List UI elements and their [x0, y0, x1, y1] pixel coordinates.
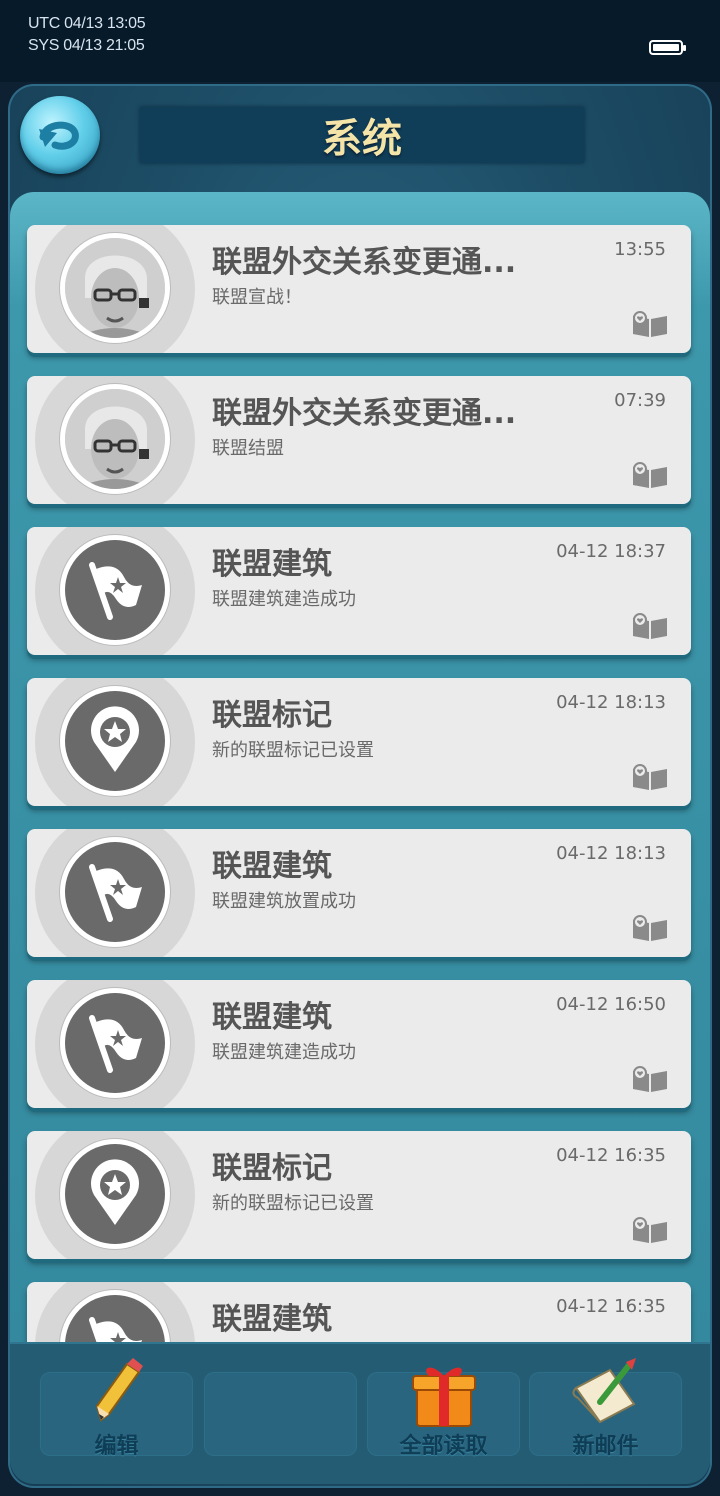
mail-item[interactable]: 联盟标记 新的联盟标记已设置 04-12 18:13 — [27, 678, 691, 806]
avatar — [60, 233, 170, 343]
avatar — [60, 837, 170, 947]
sys-time: SYS 04/13 21:05 — [28, 37, 145, 54]
mail-title: 联盟建筑 — [212, 1302, 332, 1337]
page-title: 系统 — [322, 116, 402, 162]
mail-time: 04-12 18:13 — [556, 843, 666, 864]
back-arrow-icon — [39, 121, 79, 150]
utc-time: UTC 04/13 13:05 — [28, 15, 146, 32]
empty-slot-button[interactable] — [204, 1372, 357, 1456]
mail-subtitle: 新的联盟标记已设置 — [212, 1193, 374, 1214]
map-pin-star-icon — [91, 706, 139, 772]
back-button[interactable] — [20, 96, 100, 174]
mail-subtitle: 联盟宣战！ — [212, 287, 302, 308]
mail-time: 07:39 — [614, 390, 666, 411]
read-book-icon — [633, 764, 667, 790]
mail-subtitle: 新的联盟标记已设置 — [212, 740, 374, 761]
mail-subtitle: 联盟建筑建造成功 — [212, 1042, 356, 1063]
mail-subtitle: 联盟结盟 — [212, 438, 284, 459]
mail-item[interactable]: 联盟建筑 04-12 16:35 — [27, 1282, 691, 1342]
mail-time: 13:55 — [614, 239, 666, 260]
flag-star-icon — [89, 1317, 142, 1342]
edit-button[interactable]: 编辑 — [40, 1358, 193, 1459]
mail-item[interactable]: 联盟外交关系变更通... 联盟结盟 07:39 — [27, 376, 691, 504]
avatar — [60, 988, 170, 1098]
gift-box-icon — [411, 1367, 476, 1427]
mail-item[interactable]: 联盟外交关系变更通... 联盟宣战！ 13:55 — [27, 225, 691, 353]
map-pin-star-icon — [91, 1159, 139, 1225]
mail-list[interactable]: 联盟外交关系变更通... 联盟宣战！ 13:55 联盟外交关系变更通... 联盟… — [10, 192, 710, 1342]
edit-label: 编辑 — [94, 1434, 139, 1459]
advisor-portrait-icon — [65, 238, 165, 338]
read-all-label: 全部读取 — [399, 1434, 488, 1459]
mail-item[interactable]: 联盟建筑 联盟建筑建造成功 04-12 18:37 — [27, 527, 691, 655]
mail-title: 联盟建筑 — [212, 547, 332, 582]
mail-title: 联盟标记 — [212, 698, 332, 733]
advisor-portrait-icon — [65, 389, 165, 489]
flag-star-icon — [89, 864, 142, 922]
mail-subtitle: 联盟建筑放置成功 — [212, 891, 356, 912]
avatar — [60, 1139, 170, 1249]
mail-subtitle: 联盟建筑建造成功 — [212, 589, 356, 610]
mail-time: 04-12 18:37 — [556, 541, 666, 562]
mail-time: 04-12 16:50 — [556, 994, 666, 1015]
mail-time: 04-12 18:13 — [556, 692, 666, 713]
mail-time: 04-12 16:35 — [556, 1296, 666, 1317]
read-book-icon — [633, 613, 667, 639]
mail-title: 联盟外交关系变更通... — [212, 396, 517, 431]
mail-title: 联盟建筑 — [212, 849, 332, 884]
title-banner: 系统 — [140, 107, 584, 163]
mail-title: 联盟外交关系变更通... — [212, 245, 517, 280]
read-book-icon — [633, 311, 667, 337]
mail-title: 联盟标记 — [212, 1151, 332, 1186]
status-bar: UTC 04/13 13:05 SYS 04/13 21:05 — [0, 0, 720, 82]
read-book-icon — [633, 1217, 667, 1243]
avatar — [60, 686, 170, 796]
mail-item[interactable]: 联盟建筑 联盟建筑放置成功 04-12 18:13 — [27, 829, 691, 957]
new-mail-button[interactable]: 新邮件 — [529, 1358, 682, 1459]
read-book-icon — [633, 1066, 667, 1092]
pencil-icon — [95, 1358, 143, 1422]
mail-title: 联盟建筑 — [212, 1000, 332, 1035]
avatar — [60, 384, 170, 494]
battery-full-icon — [649, 40, 686, 55]
read-book-icon — [633, 915, 667, 941]
mail-time: 04-12 16:35 — [556, 1145, 666, 1166]
flag-star-icon — [89, 562, 142, 620]
mail-item[interactable]: 联盟标记 新的联盟标记已设置 04-12 16:35 — [27, 1131, 691, 1259]
mail-item[interactable]: 联盟建筑 联盟建筑建造成功 04-12 16:50 — [27, 980, 691, 1108]
read-book-icon — [633, 462, 667, 488]
flag-star-icon — [89, 1015, 142, 1073]
new-mail-label: 新邮件 — [572, 1434, 639, 1459]
read-all-button[interactable]: 全部读取 — [367, 1367, 520, 1459]
scroll-quill-icon — [571, 1358, 636, 1424]
avatar — [60, 535, 170, 645]
